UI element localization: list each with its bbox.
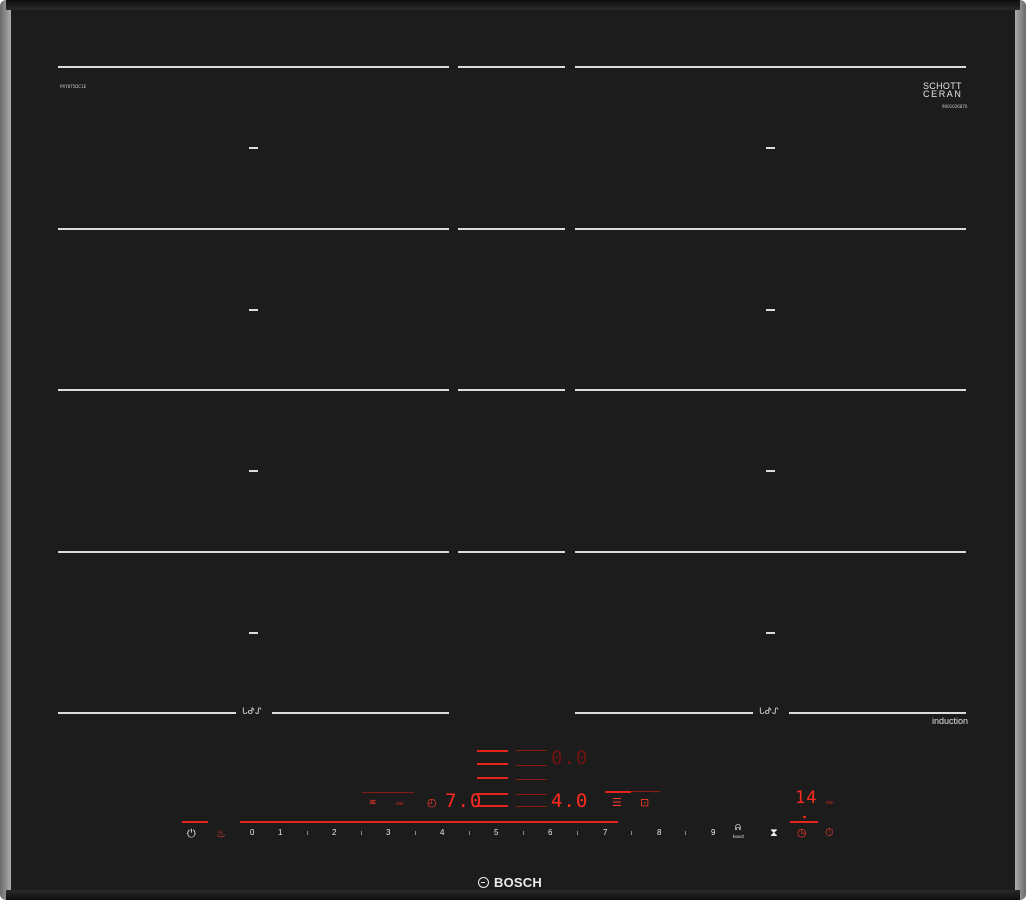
zone-indicator-line — [477, 750, 508, 752]
slider-tick — [685, 831, 686, 835]
zone-divider-line — [458, 228, 565, 230]
cooking-zone-marker[interactable] — [766, 147, 775, 149]
zone-divider-line — [458, 551, 565, 553]
zone-divider-line — [789, 712, 966, 714]
cooking-zone-marker[interactable] — [766, 470, 775, 472]
slider-level-2[interactable]: 2 — [332, 828, 336, 838]
timer-display: 14 — [795, 788, 818, 808]
slider-level-1[interactable]: 1 — [278, 828, 282, 838]
zone-indicator-line — [477, 763, 508, 765]
bosch-logo: BOSCH — [478, 876, 542, 890]
slider-tick — [361, 831, 362, 835]
slider-level-3[interactable]: 3 — [386, 828, 390, 838]
slider-tick — [307, 831, 308, 835]
stopwatch-icon[interactable]: ◷ — [797, 827, 807, 839]
timer-unit: min — [826, 800, 834, 805]
child-lock-icon[interactable]: ♨ — [216, 828, 226, 840]
zone-divider-line — [58, 551, 449, 553]
zone-indicator-line — [477, 777, 508, 779]
top-right-zone-display: 0.0 — [551, 747, 589, 769]
zone-divider-line — [58, 712, 236, 714]
slider-level-7[interactable]: 7 — [603, 828, 607, 838]
cooking-zone-marker[interactable] — [766, 309, 775, 311]
zone-divider-line — [575, 228, 966, 230]
zone-divider-line — [575, 712, 753, 714]
flex-zone-symbol-right: ᒐᕷᔑ — [759, 707, 779, 717]
function-label: min — [396, 801, 404, 806]
slider-tick — [631, 831, 632, 835]
slider-level-4[interactable]: 4 — [440, 828, 444, 838]
alarm-clock-icon[interactable]: ⏱ — [825, 827, 834, 839]
cooking-zone-marker[interactable] — [249, 309, 258, 311]
zone-indicator-line — [516, 750, 547, 751]
zone-indicator-line — [516, 806, 547, 807]
zone-indicator-line — [516, 765, 547, 766]
model-code: PXY875DC1E — [60, 84, 87, 89]
zone-divider-line — [575, 66, 966, 68]
zone-divider-line — [58, 389, 449, 391]
cooking-zone-marker[interactable] — [249, 632, 258, 634]
glass-brand-line2: CERAN — [923, 89, 963, 99]
boost-label: boost — [733, 834, 745, 839]
right-zone-power-display: 4.0 — [551, 790, 589, 812]
top-frame-edge — [6, 0, 1020, 10]
power-icon[interactable]: ⏻ — [187, 828, 196, 840]
zone-divider-line — [575, 389, 966, 391]
cooking-zone-marker[interactable] — [249, 470, 258, 472]
zone-divider-line — [458, 389, 565, 391]
power-level-slider-fill[interactable] — [240, 821, 618, 823]
brand-name: BOSCH — [494, 875, 542, 890]
serial-code: 9001026870 — [942, 104, 968, 109]
timer-indicator-line — [790, 821, 818, 823]
slider-tick — [469, 831, 470, 835]
function-indicator-line — [605, 791, 631, 793]
ceramic-glass-surface — [11, 10, 1015, 890]
slider-level-8[interactable]: 8 — [657, 828, 661, 838]
steam-icon[interactable]: ≋ — [369, 797, 377, 809]
function-indicator-line — [362, 792, 414, 793]
boost-icon[interactable]: ᕱ — [735, 824, 741, 832]
power-indicator-line — [182, 821, 208, 823]
slider-tick — [577, 831, 578, 835]
zone-divider-line — [58, 228, 449, 230]
zone-divider-line — [458, 66, 565, 68]
flex-zone-symbol-left: ᒐᕷᔑ — [242, 707, 262, 717]
glass-brand-logo: SCHOTT CERAN — [923, 82, 963, 99]
zone-divider-line — [575, 551, 966, 553]
slider-tick — [415, 831, 416, 835]
zone-divider-line — [58, 66, 449, 68]
slider-tick — [523, 831, 524, 835]
bottom-frame-edge — [6, 890, 1020, 900]
menu-icon[interactable]: ☰ — [612, 797, 622, 809]
camera-icon[interactable]: ⊡ — [640, 797, 649, 809]
timer-indicator-dot — [803, 816, 806, 818]
zone-divider-line — [272, 712, 449, 714]
slider-level-5[interactable]: 5 — [494, 828, 498, 838]
timer-icon[interactable]: ◴ — [427, 797, 437, 809]
slider-level-9[interactable]: 9 — [711, 828, 715, 838]
induction-label: induction — [932, 716, 969, 726]
function-indicator-line — [631, 791, 660, 792]
zone-indicator-line — [516, 794, 547, 795]
slider-level-0[interactable]: 0 — [250, 828, 254, 838]
cooking-zone-marker[interactable] — [249, 147, 258, 149]
bosch-armature-icon — [478, 877, 489, 888]
cooking-zone-marker[interactable] — [766, 632, 775, 634]
zone-indicator-line — [516, 779, 547, 780]
left-zone-power-display: 7.0 — [445, 790, 483, 812]
slider-level-6[interactable]: 6 — [548, 828, 552, 838]
move-function-icon[interactable]: ⧗ — [770, 827, 778, 839]
